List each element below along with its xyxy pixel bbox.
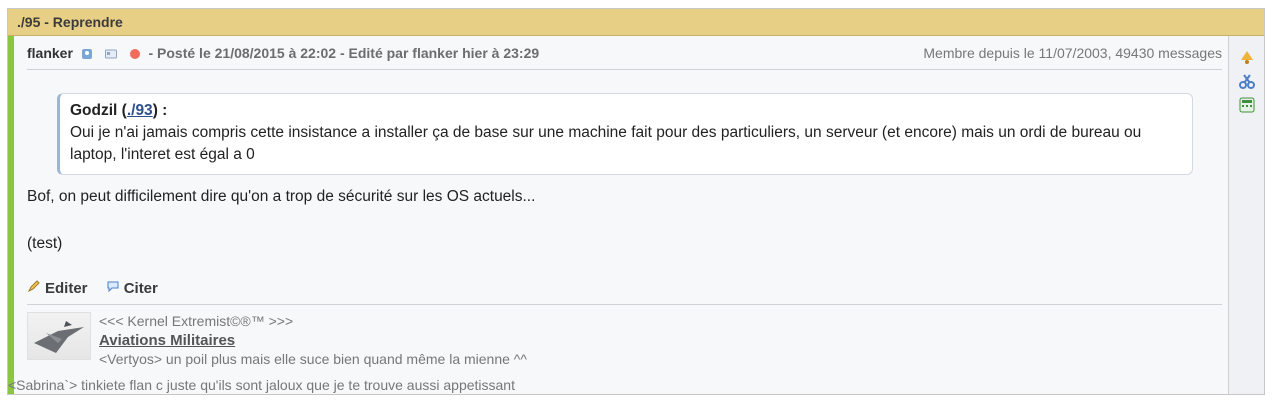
post-frame: ./95 - Reprendre flanker - Posté le 21/0… (7, 8, 1265, 395)
quote-suffix: ) : (152, 102, 168, 119)
quote-text: Oui je n'ai jamais compris cette insista… (70, 124, 1142, 163)
post-header: flanker - Posté le 21/08/2015 à 22:02 - … (27, 45, 1222, 70)
quote-button[interactable]: Citer (106, 279, 158, 297)
signature-line-3: <Vertyos> un poil plus mais elle suce bi… (99, 351, 527, 367)
scissors-icon[interactable] (1238, 72, 1256, 90)
signature-line-1: <<< Kernel Extremist©®™ >>> (99, 313, 294, 329)
post-body-line2: (test) (27, 235, 63, 252)
post-meta: - Posté le 21/08/2015 à 22:02 - Edité pa… (148, 45, 540, 61)
id-card-icon[interactable] (104, 47, 117, 59)
member-since: Membre depuis le 11/07/2003, 49430 messa… (923, 45, 1222, 61)
calculator-icon[interactable] (1238, 96, 1256, 114)
signature-avatar (27, 312, 91, 360)
post-title: ./95 - Reprendre (17, 14, 123, 30)
quote-block: Godzil (./93) : Oui je n'ai jamais compr… (57, 93, 1193, 175)
speech-bubble-icon (106, 279, 120, 297)
pencil-icon (27, 279, 41, 297)
signature-link[interactable]: Aviations Militaires (99, 331, 1099, 350)
post-sidebar (1228, 36, 1264, 394)
quote-author: Godzil ( (70, 102, 127, 119)
user-icon[interactable] (81, 47, 93, 59)
quote-header: Godzil (./93) : (70, 100, 1182, 122)
status-icon (129, 47, 141, 59)
bell-icon[interactable] (1238, 48, 1256, 66)
post-actions: Editer Citer (27, 279, 172, 297)
edit-button[interactable]: Editer (27, 279, 88, 297)
quote-link[interactable]: ./93 (127, 102, 153, 119)
edit-label: Editer (45, 279, 88, 297)
author-name[interactable]: flanker (27, 45, 73, 61)
left-accent-bar (8, 36, 14, 394)
post-content: flanker - Posté le 21/08/2015 à 22:02 - … (8, 36, 1222, 394)
quote-label: Citer (123, 279, 158, 297)
signature-text: <<< Kernel Extremist©®™ >>> Aviations Mi… (99, 312, 1099, 369)
post-body-line1: Bof, on peut difficilement dire qu'on a … (27, 188, 536, 205)
signature-divider (27, 304, 1222, 305)
signature-line-4: <Sabrina`> tinkiete flan c juste qu'ils … (8, 377, 515, 393)
post-title-bar: ./95 - Reprendre (8, 9, 1264, 36)
